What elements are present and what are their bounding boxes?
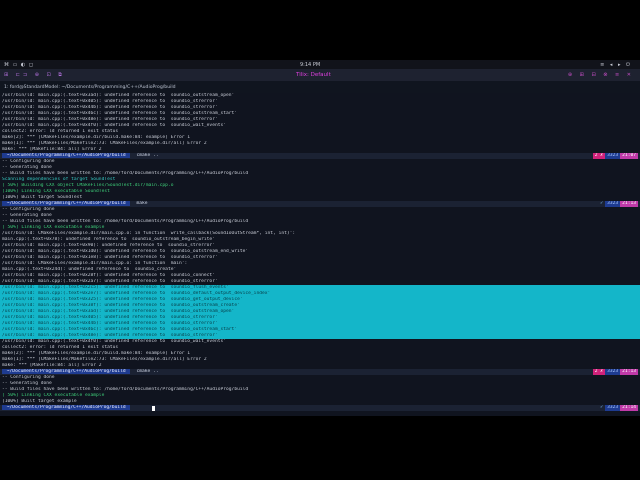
terminal-output[interactable]: /usr/bin/ld: main.cpp:(.text+0x3ad): und…	[0, 93, 640, 416]
prompt-status: ✓ 3323 21:14	[598, 405, 638, 411]
prompt-time: 21:14	[620, 405, 638, 411]
window-title: Tilix: Default	[296, 72, 331, 78]
shell-prompt: ~/Documents/Programming/C++/AudioProg/bu…	[0, 405, 640, 411]
clock[interactable]: 9:14 PM	[300, 62, 320, 68]
prompt-directory: ~/Documents/Programming/C++/AudioProg/bu…	[2, 369, 131, 374]
text-cursor	[152, 405, 155, 411]
terminal-header-bar: ⊞ ⊏⊐ ⊕ ⊡ ⧉ Tilix: Default ⊕ ⊞ ⊟ ⊗ ≡ ✕	[0, 69, 640, 81]
prompt-command: cmake ..	[136, 369, 159, 374]
prompt-command: make	[136, 201, 148, 206]
window-control-icons[interactable]: ⊕ ⊞ ⊟ ⊗ ≡ ✕	[568, 72, 634, 78]
history-number: 3323	[605, 405, 621, 411]
system-tray-icons[interactable]: ⌘ ▭ ◐ ◻	[4, 62, 34, 68]
session-path: 1: ford@StandardModel: ~/Documents/Progr…	[4, 85, 176, 90]
prompt-directory: ~/Documents/Programming/C++/AudioProg/bu…	[2, 201, 131, 206]
success-check-icon: ✓	[600, 405, 604, 410]
prompt-directory: ~/Documents/Programming/C++/AudioProg/bu…	[2, 405, 131, 410]
terminal-toolbar-icons[interactable]: ⊞ ⊏⊐ ⊕ ⊡ ⧉	[4, 72, 65, 78]
prompt-directory: ~/Documents/Programming/C++/AudioProg/bu…	[2, 153, 131, 158]
system-menu-icons[interactable]: ≡ ◂ ▸ ⏻	[600, 62, 632, 68]
prompt-command: cmake ..	[136, 153, 159, 158]
terminal-session-title: 1: ford@StandardModel: ~/Documents/Progr…	[0, 81, 640, 93]
system-top-bar: ⌘ ▭ ◐ ◻ 9:14 PM ≡ ◂ ▸ ⏻	[0, 60, 640, 69]
